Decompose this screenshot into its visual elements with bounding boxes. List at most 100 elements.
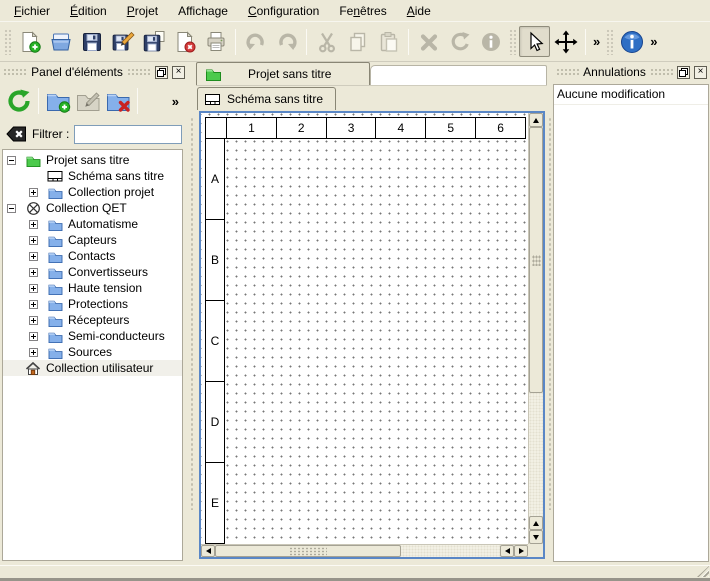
cut-button[interactable] [311, 26, 342, 57]
tree-item-semi-conducteurs[interactable]: Semi-conducteurs [3, 328, 182, 344]
toolbar-drag-handle[interactable] [4, 29, 11, 55]
ruler-column: 6 [475, 118, 525, 138]
scroll-up-button[interactable] [529, 516, 543, 530]
horizontal-scrollbar[interactable] [201, 544, 528, 557]
tree-item-projet-sans-titre[interactable]: Projet sans titre [3, 152, 182, 168]
float-dock-button[interactable] [677, 66, 690, 79]
mdi-area: Projet sans titre Schéma sans titre 1 2 … [196, 62, 547, 565]
scroll-up-button[interactable] [529, 113, 543, 127]
toolbar-drag-handle[interactable] [606, 29, 613, 55]
rotate-button[interactable] [444, 26, 475, 57]
menu-configuration[interactable]: Configuration [238, 2, 329, 20]
tree-item-sources[interactable]: Sources [3, 344, 182, 360]
filter-input[interactable] [74, 125, 182, 144]
expand-toggle[interactable] [29, 348, 38, 357]
expand-toggle[interactable] [29, 284, 38, 293]
schema-view[interactable]: 1 2 3 4 5 6 A B C D E [199, 111, 545, 559]
splitter-left[interactable] [188, 62, 196, 565]
tree-item-label: Semi-conducteurs [68, 329, 165, 343]
expand-toggle[interactable] [29, 236, 38, 245]
menu-projet[interactable]: Projet [117, 2, 168, 20]
schema-scene[interactable]: 1 2 3 4 5 6 A B C D E [201, 113, 528, 544]
delete-button[interactable] [413, 26, 444, 57]
tree-item-capteurs[interactable]: Capteurs [3, 232, 182, 248]
undo-dock-titlebar[interactable]: Annulations × [553, 62, 710, 82]
save-button[interactable] [76, 26, 107, 57]
expand-toggle[interactable] [29, 268, 38, 277]
save-all-button[interactable] [138, 26, 169, 57]
tree-item-contacts[interactable]: Contacts [3, 248, 182, 264]
tree-item-automatisme[interactable]: Automatisme [3, 216, 182, 232]
save-as-button[interactable] [107, 26, 138, 57]
expand-toggle[interactable] [29, 316, 38, 325]
open-button[interactable] [45, 26, 76, 57]
scroll-left-button[interactable] [201, 545, 215, 557]
tree-item-haute-tension[interactable]: Haute tension [3, 280, 182, 296]
expand-toggle[interactable] [29, 300, 38, 309]
menu-aide[interactable]: Aide [397, 2, 441, 20]
close-dock-button[interactable]: × [172, 66, 185, 79]
expand-toggle[interactable] [29, 220, 38, 229]
resize-grip[interactable] [697, 566, 709, 577]
ruler-column: 1 [226, 118, 276, 138]
toolbar-drag-handle[interactable] [509, 29, 516, 55]
menu-edition[interactable]: Édition [60, 2, 117, 20]
undo-list-item[interactable]: Aucune modification [554, 85, 708, 105]
scroll-down-button[interactable] [529, 530, 543, 544]
project-properties-button[interactable] [616, 26, 647, 57]
tree-item-recepteurs[interactable]: Récepteurs [3, 312, 182, 328]
tree-item-convertisseurs[interactable]: Convertisseurs [3, 264, 182, 280]
folder-icon [47, 344, 63, 360]
vertical-scrollbar[interactable] [528, 113, 543, 544]
collapse-toggle[interactable] [7, 156, 16, 165]
tree-item-schema-sans-titre[interactable]: Schéma sans titre [3, 168, 182, 184]
close-file-button[interactable] [169, 26, 200, 57]
delete-folder-icon [105, 88, 131, 114]
paste-button[interactable] [373, 26, 404, 57]
panel-overflow-chevron[interactable]: » [169, 94, 182, 109]
visualisation-mode-button[interactable] [550, 26, 581, 57]
elements-panel-titlebar[interactable]: Panel d'éléments × [0, 62, 188, 82]
open-icon [49, 30, 73, 54]
menu-affichage[interactable]: Affichage [168, 2, 238, 20]
copy-icon [346, 30, 370, 54]
horizontal-scrollbar-thumb[interactable] [215, 545, 401, 557]
clear-filter-icon[interactable] [6, 125, 27, 143]
save-as-icon [111, 30, 135, 54]
scroll-left-button[interactable] [500, 545, 514, 557]
tree-item-collection-projet[interactable]: Collection projet [3, 184, 182, 200]
column-ruler: 1 2 3 4 5 6 [205, 117, 526, 139]
edit-category-button[interactable] [73, 86, 103, 116]
tree-item-collection-qet[interactable]: Collection QET [3, 200, 182, 216]
tab-projet-sans-titre[interactable]: Projet sans titre [196, 62, 370, 85]
new-document-button[interactable] [14, 26, 45, 57]
schema-icon [47, 168, 63, 184]
redo-button[interactable] [271, 26, 302, 57]
undo-button[interactable] [240, 26, 271, 57]
element-info-button[interactable] [475, 26, 506, 57]
expand-toggle[interactable] [29, 188, 38, 197]
toolbar-overflow-chevron[interactable]: » [647, 34, 660, 49]
collapse-toggle[interactable] [7, 204, 16, 213]
menu-fichier[interactable]: Fichier [4, 2, 60, 20]
selection-mode-button[interactable] [519, 26, 550, 57]
expand-toggle[interactable] [29, 332, 38, 341]
float-dock-button[interactable] [155, 66, 168, 79]
tab-schema-sans-titre[interactable]: Schéma sans titre [197, 87, 336, 110]
print-button[interactable] [200, 26, 231, 57]
menu-fenetres[interactable]: Fenêtres [329, 2, 396, 20]
folder-icon [47, 216, 63, 232]
copy-button[interactable] [342, 26, 373, 57]
toolbar-overflow-chevron[interactable]: » [590, 34, 603, 49]
expand-toggle[interactable] [29, 252, 38, 261]
delete-category-button[interactable] [103, 86, 133, 116]
scroll-right-button[interactable] [514, 545, 528, 557]
vertical-scrollbar-thumb[interactable] [529, 127, 543, 393]
close-dock-button[interactable]: × [694, 66, 707, 79]
tree-item-collection-utilisateur[interactable]: Collection utilisateur [3, 360, 182, 376]
new-category-button[interactable] [43, 86, 73, 116]
tree-item-label: Haute tension [68, 281, 142, 295]
tree-item-protections[interactable]: Protections [3, 296, 182, 312]
reload-collections-button[interactable] [4, 86, 34, 116]
undo-list[interactable]: Aucune modification [553, 84, 709, 562]
